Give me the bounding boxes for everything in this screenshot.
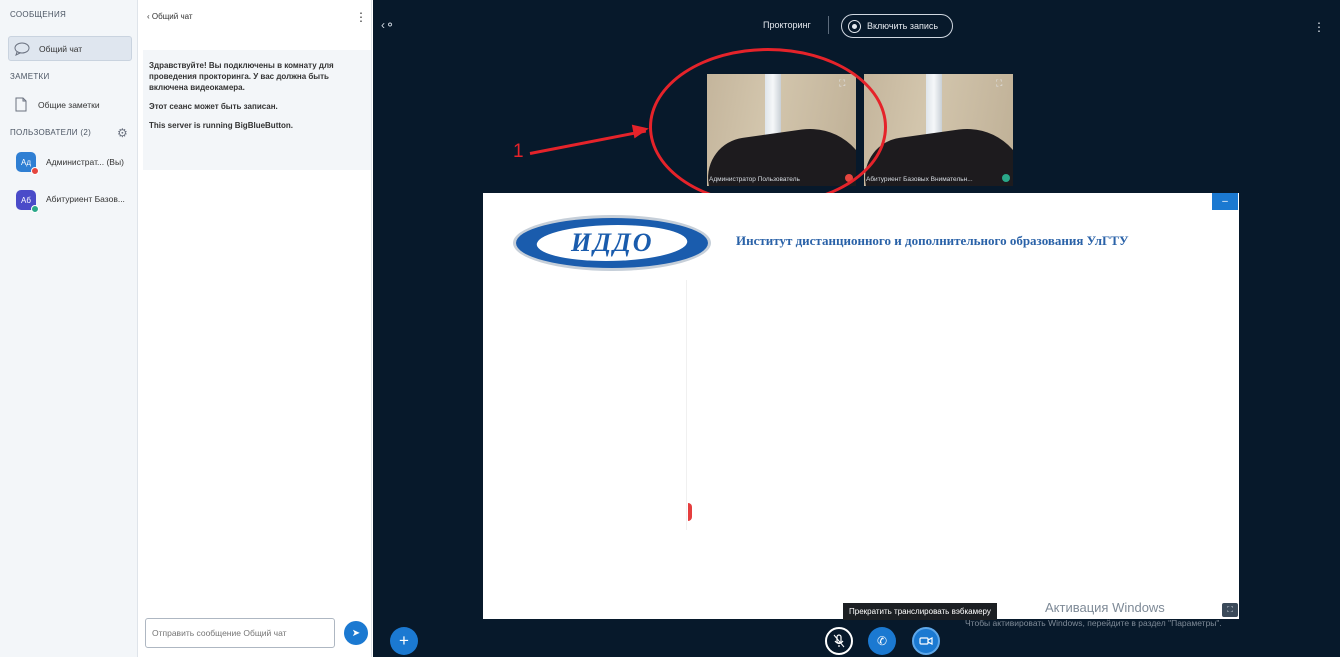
- chat-bubble-icon: [13, 40, 31, 58]
- annotation-arrowhead: [631, 121, 651, 139]
- send-message-button[interactable]: ➤: [344, 621, 368, 645]
- app-root: СООБЩЕНИЯ Общий чат ЗАМЕТКИ Общие заметк…: [0, 0, 1340, 657]
- user-name: Администрат... (Вы): [46, 157, 124, 167]
- meeting-title: Прокторинг: [763, 20, 811, 30]
- audio-status-icon: [31, 205, 39, 213]
- recording-notice: Этот сеанс может быть записан.: [149, 102, 278, 111]
- messages-section-title: СООБЩЕНИЯ: [10, 10, 67, 19]
- sidebar-item-public-chat[interactable]: Общий чат: [8, 36, 132, 61]
- logo-inner: ИДДО: [531, 225, 693, 261]
- document-icon: [12, 96, 30, 114]
- annotation-ellipse: [649, 48, 887, 206]
- sidebar: СООБЩЕНИЯ Общий чат ЗАМЕТКИ Общие заметк…: [0, 0, 138, 657]
- slide-mark: [688, 503, 692, 521]
- mute-status-icon: [31, 167, 39, 175]
- annotation-number: 1: [513, 141, 524, 162]
- minimize-presentation-button[interactable]: –: [1212, 193, 1238, 210]
- mute-microphone-button[interactable]: [825, 627, 853, 655]
- logo-text: ИДДО: [570, 228, 654, 257]
- users-section-title: ПОЛЬЗОВАТЕЛИ (2): [10, 128, 92, 137]
- toggle-userlist-icon[interactable]: ‹⚬: [381, 18, 395, 32]
- slide-title: Институт дистанционного и дополнительног…: [736, 233, 1129, 248]
- iddo-logo: ИДДО: [513, 215, 711, 271]
- record-button[interactable]: Включить запись: [841, 14, 953, 38]
- server-notice: This server is running BigBlueButton.: [149, 121, 294, 130]
- welcome-message: Здравствуйте! Вы подключены в комнату дл…: [143, 50, 371, 170]
- sidebar-item-label: Общие заметки: [38, 99, 100, 110]
- slide-divider: [686, 280, 687, 530]
- chat-message-input[interactable]: [145, 618, 335, 648]
- fullscreen-icon[interactable]: ⛶: [996, 78, 1008, 90]
- avatar-initials: Ад: [20, 157, 31, 167]
- actions-button[interactable]: +: [390, 627, 418, 655]
- phone-icon: ✆: [876, 634, 888, 648]
- leave-audio-button[interactable]: ✆: [868, 627, 896, 655]
- video-camera-icon: [919, 637, 933, 645]
- welcome-text: Здравствуйте! Вы подключены в комнату дл…: [149, 61, 334, 92]
- divider: [828, 16, 829, 34]
- notes-section-title: ЗАМЕТКИ: [10, 72, 50, 81]
- sidebar-item-shared-notes[interactable]: Общие заметки: [8, 92, 132, 117]
- microphone-icon: [833, 634, 845, 648]
- windows-activation-text: Чтобы активировать Windows, перейдите в …: [965, 618, 1222, 628]
- windows-activation-title: Активация Windows: [1045, 600, 1165, 615]
- avatar-initials: Аб: [21, 195, 31, 205]
- chat-title: Общий чат: [151, 12, 193, 21]
- options-menu-icon[interactable]: ⋮: [1313, 20, 1325, 34]
- sidebar-item-label: Общий чат: [39, 43, 83, 54]
- stop-webcam-button[interactable]: [912, 627, 940, 655]
- audio-status-icon: [1002, 174, 1010, 182]
- chevron-left-icon: ‹: [147, 12, 150, 21]
- webcam-user-label: Абитуриент Базовых Внимательн...: [866, 176, 973, 183]
- send-icon: ➤: [351, 627, 361, 639]
- gear-icon[interactable]: ⚙: [117, 126, 128, 140]
- webcam-tooltip: Прекратить транслировать вэбкамеру: [843, 603, 997, 620]
- record-icon: [848, 19, 861, 33]
- user-name: Абитуриент Базов...: [46, 194, 125, 204]
- more-options-icon[interactable]: ⋮: [355, 10, 367, 24]
- chat-header[interactable]: ‹ Общий чат: [147, 12, 193, 21]
- record-label: Включить запись: [867, 21, 939, 31]
- chat-panel: ‹ Общий чат ⋮ Здравствуйте! Вы подключен…: [139, 0, 372, 657]
- fullscreen-slide-icon[interactable]: ⛶: [1222, 603, 1238, 617]
- plus-icon: +: [399, 631, 409, 650]
